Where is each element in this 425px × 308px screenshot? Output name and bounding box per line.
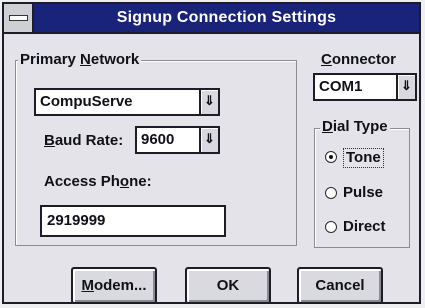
access-phone-value: 2919999 [47,212,106,229]
signup-connection-settings-dialog: Signup Connection Settings Primary Netwo… [2,2,421,304]
dropdown-arrow-icon: ⇓ [401,78,412,93]
radio-button-icon [325,221,337,233]
ok-button[interactable]: OK [185,267,271,304]
window-title: Signup Connection Settings [116,9,337,26]
connector-label: Connector [321,51,396,69]
dial-type-accel-key: D [322,118,333,135]
baud-rate-dropdown-button[interactable]: ⇓ [199,128,218,152]
dropdown-arrow-icon: ⇓ [204,93,215,108]
legend-text-rest: etwork [90,51,140,68]
connector-value: COM1 [319,78,363,95]
connector-select[interactable]: COM1 ⇓ [313,73,417,101]
modem-button[interactable]: Modem... [71,267,157,304]
radio-label: Tone [343,148,384,168]
phone-accel-key: o [119,173,130,190]
radio-label: Direct [343,218,386,235]
network-dropdown-button[interactable]: ⇓ [199,90,218,114]
modem-label-text: odem... [93,277,147,294]
connector-dropdown-button[interactable]: ⇓ [396,75,415,99]
network-select-value: CompuServe [40,93,133,110]
dropdown-arrow-icon: ⇓ [204,131,215,146]
system-menu-button[interactable] [4,4,34,32]
connector-accel-key: C [321,51,332,68]
cancel-button-label: Cancel [315,277,365,294]
title-bar[interactable]: Signup Connection Settings [4,4,419,34]
phone-label-text: Access Ph [44,173,120,190]
system-menu-icon [9,15,28,21]
radio-selected-dot [329,155,333,159]
radio-button-icon [325,151,337,163]
dial-type-legend-text: ial Type [332,118,388,135]
baud-rate-value: 9600 [141,131,175,148]
cancel-button[interactable]: Cancel [297,267,383,304]
baud-accel-key: B [44,132,55,149]
legend-accel-key: N [80,51,91,68]
ok-button-label: OK [216,277,240,294]
connector-label-text: onnector [331,51,397,68]
access-phone-input[interactable]: 2919999 [40,205,226,237]
baud-rate-select[interactable]: 9600 ⇓ [135,126,220,154]
network-select[interactable]: CompuServe ⇓ [34,88,220,116]
radio-label: Pulse [343,184,384,201]
primary-network-legend: Primary Network [18,51,142,69]
baud-rate-label: Baud Rate: [44,132,123,150]
baud-label-text: aud Rate: [54,132,124,149]
modem-button-label: Modem... [73,269,155,302]
phone-label-text-rest: ne: [129,173,152,190]
access-phone-label: Access Phone: [44,173,152,191]
radio-button-icon [325,187,337,199]
dial-type-legend: Dial Type [320,118,390,136]
modem-accel-key: M [81,277,94,294]
legend-text: Primary [20,51,81,68]
